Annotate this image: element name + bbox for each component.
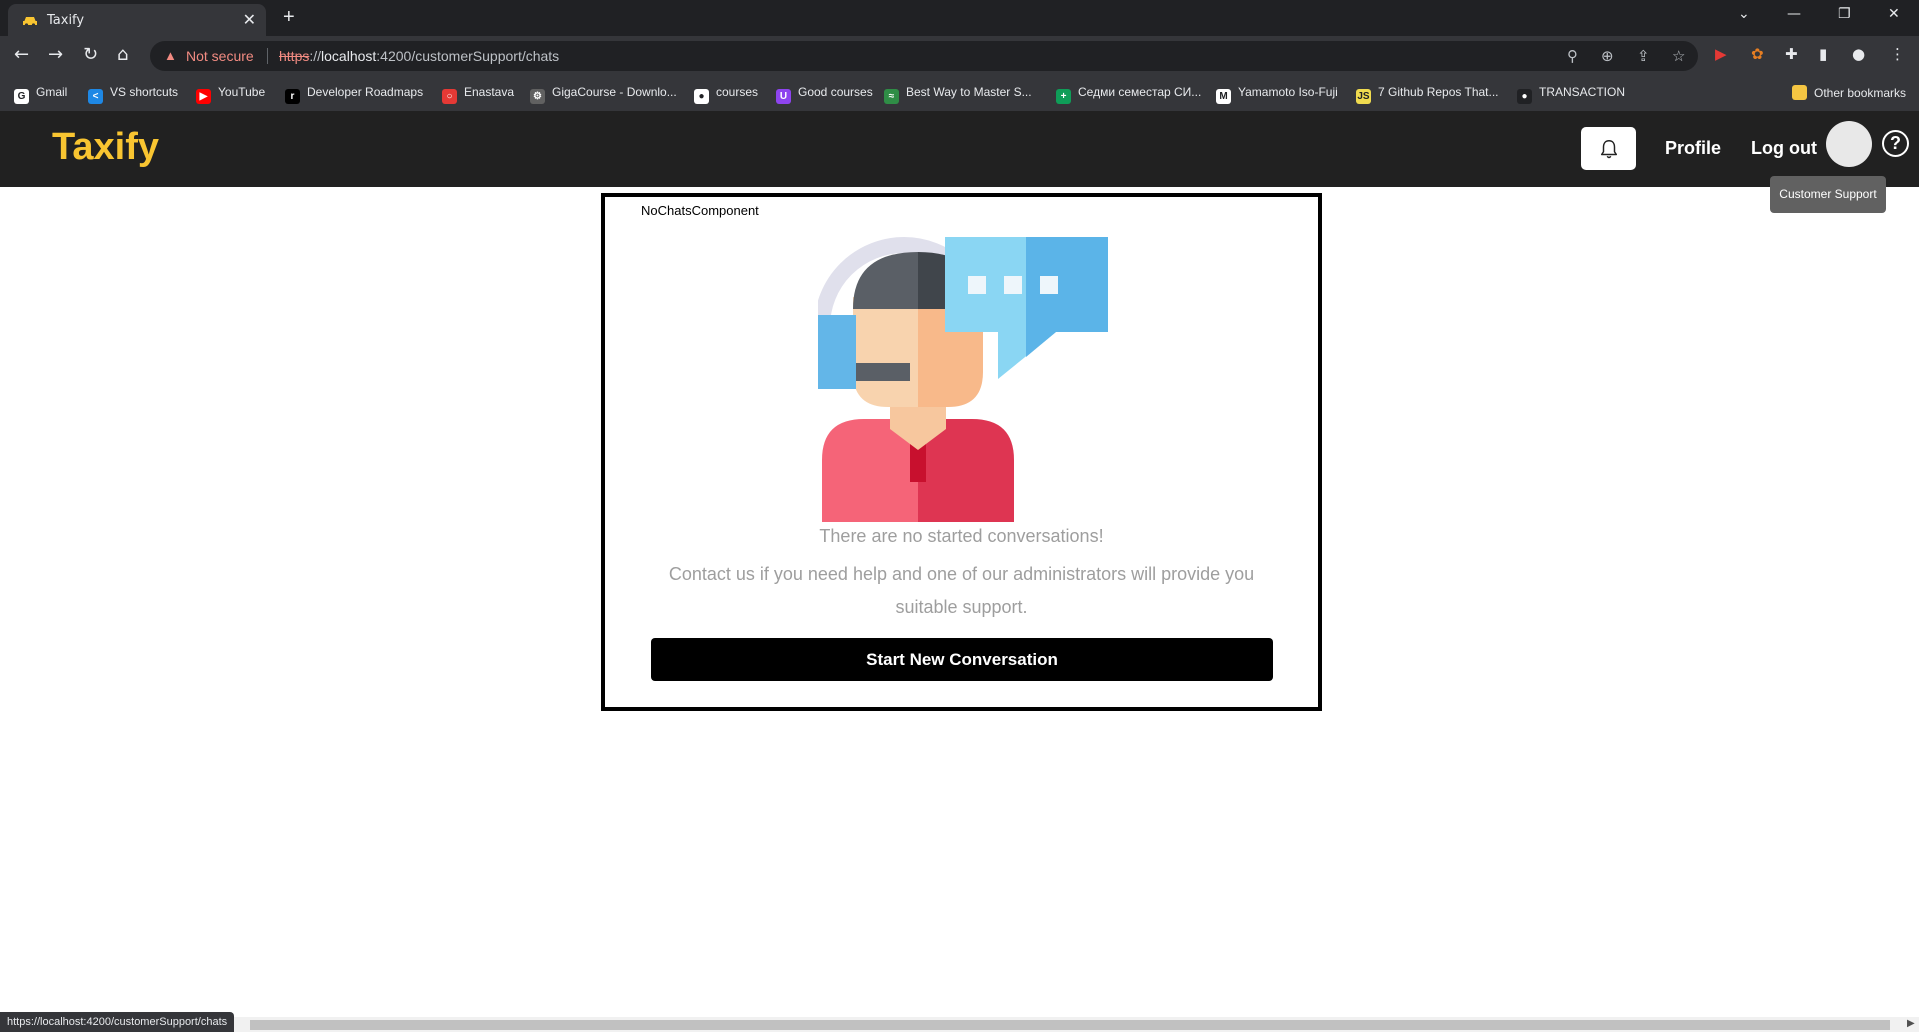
empty-state-text: Contact us if you need help and one of o… (668, 564, 1255, 617)
vscode-icon: < (88, 89, 103, 104)
reload-icon[interactable]: ↻ (83, 44, 98, 65)
start-new-conversation-button[interactable]: Start New Conversation (651, 638, 1273, 681)
bookmark-label: courses (716, 85, 759, 99)
medium-icon: M (1216, 89, 1231, 104)
bookmark-label: TRANSACTION (1539, 85, 1626, 99)
new-tab-button[interactable]: + (283, 6, 295, 29)
bookmark-item[interactable]: M Yamamoto Iso-Fuji (1216, 85, 1338, 104)
bookmark-item[interactable]: U Good courses (776, 85, 873, 104)
logout-link[interactable]: Log out (1751, 138, 1817, 159)
forward-icon[interactable]: → (48, 44, 63, 65)
github-icon: ● (1517, 89, 1532, 104)
bookmark-item[interactable]: G Gmail (14, 85, 67, 104)
bookmark-item[interactable]: ▶ YouTube (196, 85, 265, 104)
enastava-icon: ○ (442, 89, 457, 104)
customer-support-icon[interactable]: ? (1882, 130, 1909, 157)
other-bookmarks-label: Other bookmarks (1814, 86, 1907, 100)
gfg-icon: ≈ (884, 89, 899, 104)
empty-state-title: There are no started conversations! (819, 526, 1104, 546)
gigacourse-icon: ⚙ (530, 89, 545, 104)
bookmark-label: Best Way to Master S... (906, 85, 1032, 99)
minimize-icon[interactable]: — (1787, 6, 1801, 22)
scroll-right-icon[interactable]: ▶ (1907, 1018, 1915, 1029)
browser-tabstrip: Taxify ✕ + ⌄ — ❐ ✕ (0, 0, 1919, 36)
profile-link[interactable]: Profile (1665, 138, 1721, 159)
other-bookmarks[interactable]: Other bookmarks (1792, 85, 1906, 100)
bookmark-item[interactable]: + Седми семестар СИ... (1056, 85, 1201, 104)
bell-icon (1600, 140, 1618, 159)
bookmark-item[interactable]: JS 7 Github Repos That... (1356, 85, 1499, 104)
bookmark-label: Yamamoto Iso-Fuji (1238, 85, 1338, 99)
share-icon[interactable]: ⇪ (1637, 47, 1650, 65)
address-bar[interactable]: ▲ Not secure https://localhost:4200/cust… (150, 41, 1698, 71)
js-icon: JS (1356, 89, 1371, 104)
status-url: https://localhost:4200/customerSupport/c… (0, 1012, 235, 1032)
bookmark-item[interactable]: ● courses (694, 85, 758, 104)
user-avatar[interactable] (1826, 121, 1872, 167)
youtube-icon: ▶ (196, 89, 211, 104)
chrome-menu-icon[interactable]: ⋮ (1890, 45, 1905, 63)
bookmark-label: Gmail (36, 85, 68, 99)
close-window-icon[interactable]: ✕ (1888, 6, 1900, 22)
address-divider (267, 48, 268, 64)
bookmark-item[interactable]: r Developer Roadmaps (285, 85, 423, 104)
url-scheme: https (279, 48, 310, 64)
google-icon: G (14, 89, 29, 104)
home-icon[interactable]: ⌂ (117, 44, 128, 65)
url-host: localhost (321, 48, 377, 64)
extension-video-icon[interactable]: ▶ (1715, 45, 1727, 63)
location-icon[interactable]: ⚲ (1567, 47, 1578, 65)
extensions-puzzle-icon[interactable]: ✚ (1785, 45, 1798, 63)
back-icon[interactable]: ← (14, 44, 29, 65)
not-secure-label[interactable]: Not secure (186, 48, 254, 64)
taxi-favicon-icon (23, 17, 37, 27)
tab-close-icon[interactable]: ✕ (243, 10, 256, 30)
udemy-icon: U (776, 89, 791, 104)
github-icon: ● (694, 89, 709, 104)
tab-search-icon[interactable]: ⌄ (1738, 6, 1750, 22)
url-path: :4200/customerSupport/chats (376, 48, 560, 64)
bookmark-label: Седми семестар СИ... (1078, 85, 1202, 99)
component-name: NoChatsComponent (641, 203, 759, 218)
bookmark-label: YouTube (218, 85, 266, 99)
bookmarks-bar: G Gmail < VS shortcuts ▶ YouTube r Developer Ro… (0, 76, 1919, 111)
app-header: Taxify Profile Log out ? (0, 111, 1919, 187)
bookmark-item[interactable]: ≈ Best Way to Master S... (884, 85, 1032, 104)
browser-tab[interactable]: Taxify ✕ (8, 4, 266, 36)
bookmark-item[interactable]: ● TRANSACTION (1517, 85, 1625, 104)
support-agent-illustration (818, 237, 1108, 522)
bookmark-label: Enastava (464, 85, 515, 99)
folder-icon (1792, 85, 1807, 100)
browser-toolbar: ← → ↻ ⌂ ▲ Not secure https://localhost:4… (0, 36, 1919, 76)
bookmark-label: VS shortcuts (110, 85, 179, 99)
url-text[interactable]: https://localhost:4200/customerSupport/c… (279, 48, 559, 64)
tab-title: Taxify (47, 13, 85, 28)
sheets-icon: + (1056, 89, 1071, 104)
notifications-button[interactable] (1581, 127, 1636, 170)
horizontal-scrollbar[interactable]: ▶ (0, 1017, 1919, 1032)
bookmark-label: GigaCourse - Downlo... (552, 85, 677, 99)
scrollbar-thumb[interactable] (250, 1020, 1890, 1030)
bookmark-star-icon[interactable]: ☆ (1672, 47, 1685, 65)
restore-icon[interactable]: ❐ (1838, 6, 1851, 22)
bookmark-item[interactable]: ⚙ GigaCourse - Downlo... (530, 85, 677, 104)
zoom-icon[interactable]: ⊕ (1601, 47, 1614, 65)
side-panel-icon[interactable]: ▮ (1819, 45, 1827, 63)
bookmark-item[interactable]: < VS shortcuts (88, 85, 178, 104)
roadmap-icon: r (285, 89, 300, 104)
bookmark-label: Good courses (798, 85, 873, 99)
bookmark-label: Developer Roadmaps (307, 85, 424, 99)
no-chats-card: NoChatsComponent There are no started co… (601, 193, 1322, 711)
url-separator: :// (309, 48, 322, 64)
app-logo[interactable]: Taxify (52, 126, 159, 169)
profile-avatar-icon[interactable]: ● (1852, 45, 1865, 63)
bookmark-label: 7 Github Repos That... (1378, 85, 1499, 99)
customer-support-tooltip: Customer Support (1770, 176, 1886, 213)
warning-icon: ▲ (164, 48, 177, 63)
extension-cookie-icon[interactable]: ✿ (1751, 45, 1764, 63)
bookmark-item[interactable]: ○ Enastava (442, 85, 514, 104)
